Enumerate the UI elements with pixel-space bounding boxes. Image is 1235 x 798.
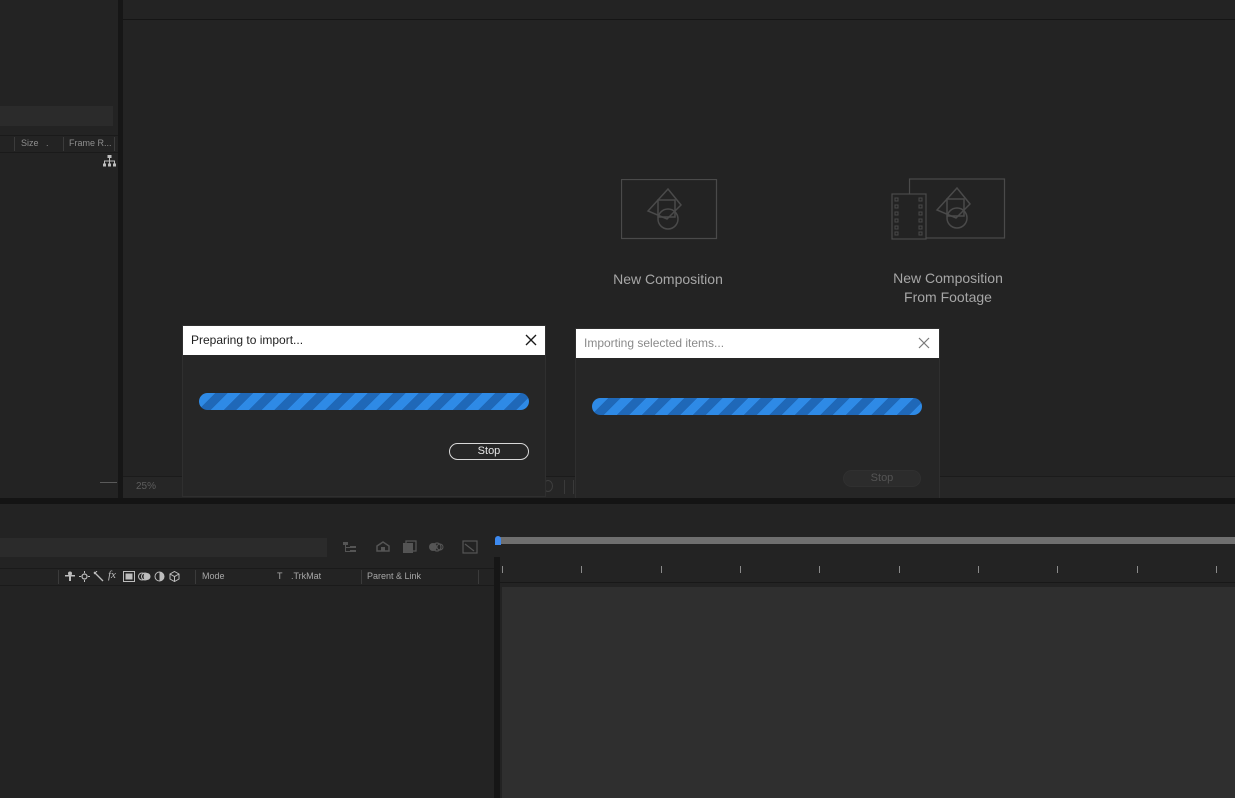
label-line: New Composition	[893, 270, 1003, 286]
frame-blend-icon[interactable]	[123, 571, 135, 582]
new-composition-icon[interactable]	[621, 179, 718, 240]
frame-blending-icon[interactable]	[428, 540, 444, 554]
importing-items-dialog: Importing selected items... Stop	[576, 329, 939, 498]
ruler-tick	[502, 566, 503, 573]
shy-icon[interactable]	[64, 571, 76, 582]
import-progress-bar	[199, 393, 529, 410]
new-composition-label[interactable]: New Composition	[588, 270, 748, 289]
preparing-import-dialog: Preparing to import... Stop	[183, 326, 545, 496]
draft-3d-icon[interactable]	[375, 540, 391, 554]
viewer-tab-bar-edge	[123, 19, 1235, 20]
column-separator[interactable]	[63, 137, 64, 151]
time-navigator-bar[interactable]	[500, 537, 1235, 544]
column-separator[interactable]	[195, 570, 196, 584]
label-line: From Footage	[904, 289, 992, 305]
motion-blur-icon[interactable]	[138, 571, 151, 582]
import-progress-bar	[592, 398, 922, 415]
ruler-tick	[661, 566, 662, 573]
time-ruler[interactable]	[500, 557, 1235, 583]
stop-button-disabled: Stop	[843, 470, 921, 487]
ruler-tick	[819, 566, 820, 573]
layer-list	[0, 586, 494, 798]
ruler-tick	[978, 566, 979, 573]
project-panel	[0, 0, 118, 496]
solo-icon[interactable]	[79, 571, 90, 582]
comp-flowchart-icon[interactable]	[342, 540, 358, 554]
column-separator[interactable]	[114, 137, 115, 151]
layer-column-header: fx Mode T .TrkMat Parent & Link	[0, 568, 494, 586]
timeline-divider[interactable]	[494, 557, 500, 798]
project-flowchart-icon[interactable]	[103, 155, 116, 167]
column-size[interactable]: Size	[21, 138, 39, 148]
dialog-title: Importing selected items...	[576, 329, 939, 358]
footer-separator	[564, 480, 565, 494]
dialog-title: Preparing to import...	[183, 326, 545, 355]
ruler-tick	[1137, 566, 1138, 573]
column-separator[interactable]	[58, 570, 59, 584]
column-frame-rate[interactable]: Frame R...	[69, 138, 112, 148]
column-sort-marker: .	[46, 138, 49, 148]
close-icon[interactable]	[524, 333, 538, 347]
stop-button[interactable]: Stop	[449, 443, 529, 460]
graph-editor-icon[interactable]	[462, 540, 478, 554]
new-composition-from-footage-icon[interactable]	[891, 178, 1007, 240]
ruler-tick	[1057, 566, 1058, 573]
project-column-header: Size . Frame R...	[0, 135, 118, 153]
ruler-tick	[581, 566, 582, 573]
close-icon[interactable]	[917, 336, 931, 350]
zoom-level-dropdown[interactable]: 25%	[136, 481, 156, 492]
fx-icon[interactable]: fx	[108, 569, 116, 581]
column-parent-link[interactable]: Parent & Link	[367, 571, 421, 581]
column-separator[interactable]	[14, 137, 15, 151]
footer-separator	[573, 480, 574, 494]
project-search-field[interactable]	[0, 106, 113, 126]
column-mode[interactable]: Mode	[202, 571, 225, 581]
timeline-track-area[interactable]	[502, 587, 1235, 798]
3d-layer-icon[interactable]	[169, 571, 180, 582]
adjustment-layer-icon[interactable]	[154, 571, 165, 582]
ruler-tick	[899, 566, 900, 573]
lock-icon[interactable]	[93, 571, 104, 582]
column-preserve-transparency[interactable]: T	[277, 571, 283, 581]
timeline-search-field[interactable]	[0, 538, 327, 557]
column-track-matte[interactable]: .TrkMat	[291, 571, 321, 581]
column-separator[interactable]	[478, 570, 479, 584]
hide-shy-icon[interactable]	[402, 540, 418, 554]
playhead-handle[interactable]	[495, 536, 501, 545]
ruler-tick	[1216, 566, 1217, 573]
project-panel-edge	[100, 482, 117, 483]
ruler-tick	[740, 566, 741, 573]
column-separator[interactable]	[361, 570, 362, 584]
new-composition-from-footage-label[interactable]: New Composition From Footage	[868, 269, 1028, 307]
